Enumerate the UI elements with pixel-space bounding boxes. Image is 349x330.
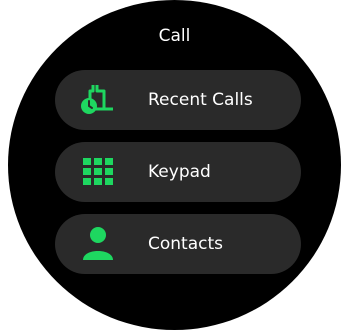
menu-item-recent-calls[interactable]: Recent Calls bbox=[55, 70, 301, 130]
watch-screen: Call Recent Calls Keypad Contacts bbox=[8, 0, 341, 330]
keypad-icon bbox=[79, 154, 117, 190]
contact-person-icon bbox=[79, 226, 117, 262]
menu-item-contacts[interactable]: Contacts bbox=[55, 214, 301, 274]
screen-title: Call bbox=[158, 26, 191, 46]
recent-calls-label: Recent Calls bbox=[148, 90, 253, 110]
recent-calls-icon bbox=[79, 82, 117, 118]
menu-item-keypad[interactable]: Keypad bbox=[55, 142, 301, 202]
keypad-label: Keypad bbox=[148, 162, 211, 182]
contacts-label: Contacts bbox=[148, 234, 223, 254]
